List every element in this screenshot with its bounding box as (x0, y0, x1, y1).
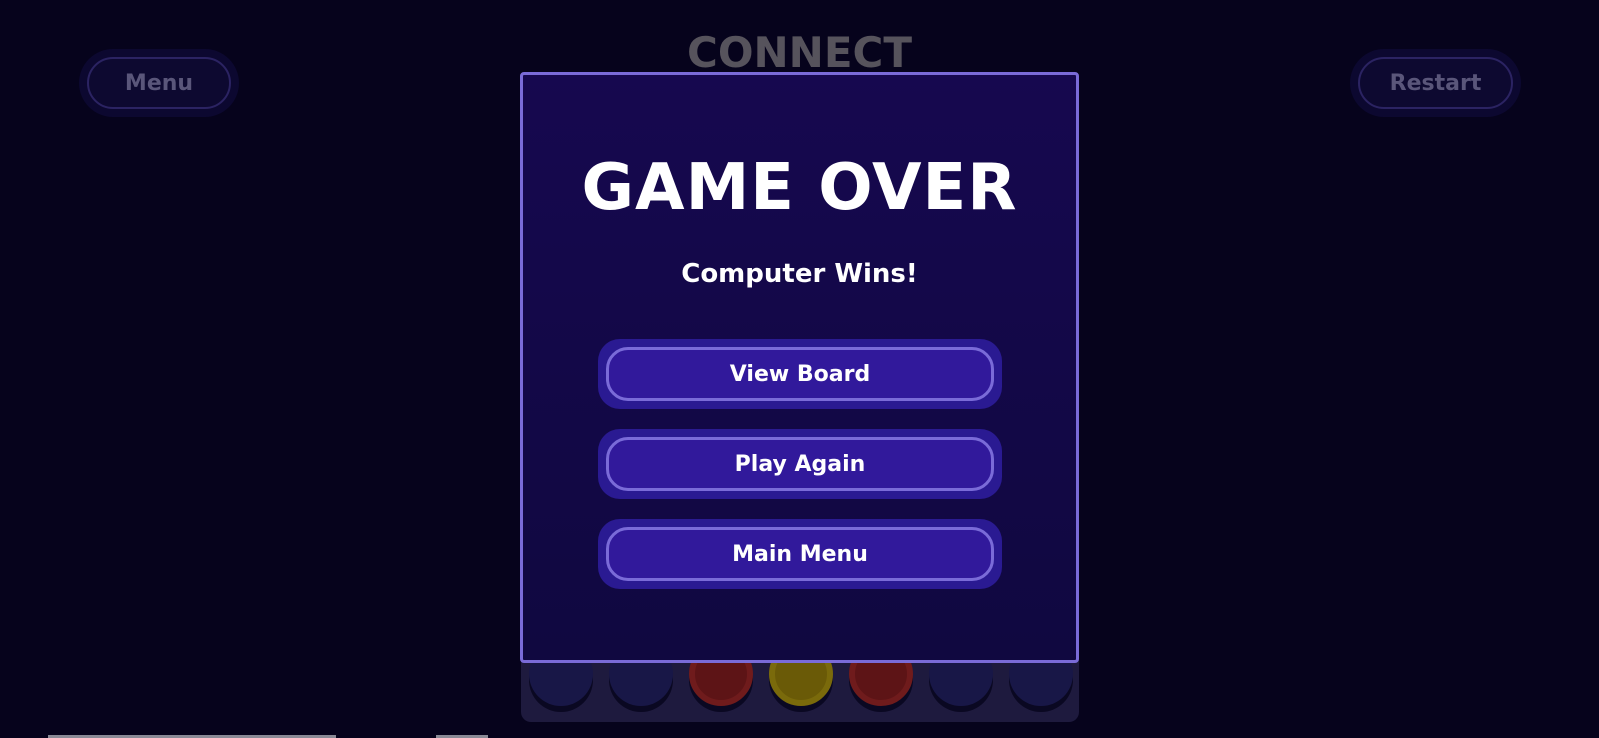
main-menu-button[interactable]: Main Menu (606, 527, 994, 581)
result-text: Computer Wins! (681, 259, 918, 289)
game-screen: Menu CONNECT Restart GAME OVER Computer … (0, 0, 1599, 738)
main-menu-button-frame: Main Menu (598, 519, 1002, 589)
play-again-button-frame: Play Again (598, 429, 1002, 499)
restart-button[interactable]: Restart (1358, 57, 1513, 109)
play-again-button[interactable]: Play Again (606, 437, 994, 491)
modal-title: GAME OVER (581, 151, 1018, 225)
restart-button-frame: Restart (1350, 49, 1521, 117)
game-over-modal: GAME OVER Computer Wins! View Board Play… (520, 72, 1079, 663)
view-board-button[interactable]: View Board (606, 347, 994, 401)
view-board-button-frame: View Board (598, 339, 1002, 409)
